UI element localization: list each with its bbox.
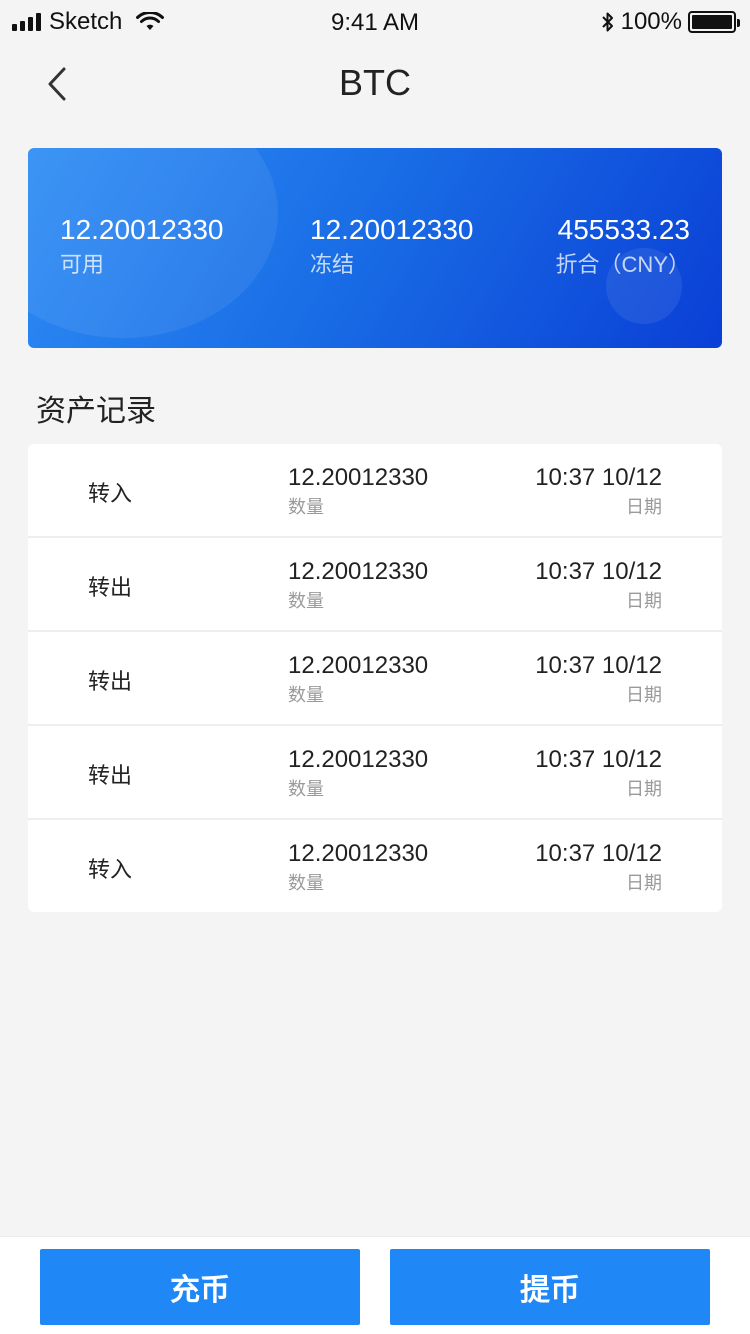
- list-item[interactable]: 转入 12.20012330 数量 10:37 10/12 日期: [28, 820, 722, 912]
- converted-value: 455533.23: [557, 214, 690, 245]
- section-title: 资产记录: [36, 395, 156, 428]
- record-type: 转出: [88, 763, 133, 788]
- amount-value: 12.20012330: [288, 558, 429, 585]
- carrier-label: Sketch: [49, 8, 123, 35]
- available-label: 可用: [60, 252, 105, 277]
- list-item[interactable]: 转出 12.20012330 数量 10:37 10/12 日期: [28, 538, 722, 632]
- record-type: 转出: [88, 575, 133, 600]
- status-bar: Sketch 9:41 AM 100%: [0, 0, 750, 44]
- converted-balance: 455533.23 折合（CNY）: [556, 214, 690, 280]
- balance-card: 12.20012330 可用 12.20012330 冻结 455533.23 …: [28, 148, 722, 348]
- record-type: 转入: [88, 481, 133, 506]
- amount-value: 12.20012330: [288, 464, 429, 491]
- date-label: 日期: [626, 685, 662, 705]
- record-date: 10:37 10/12 日期: [535, 746, 662, 802]
- status-left: Sketch: [12, 8, 165, 36]
- date-value: 10:37 10/12: [535, 840, 662, 867]
- withdraw-button[interactable]: 提币: [390, 1249, 710, 1325]
- date-label: 日期: [626, 873, 662, 893]
- deposit-button[interactable]: 充币: [40, 1249, 360, 1325]
- signal-icon: [12, 13, 41, 31]
- list-item[interactable]: 转入 12.20012330 数量 10:37 10/12 日期: [28, 444, 722, 538]
- nav-bar: BTC: [0, 44, 750, 124]
- list-item[interactable]: 转出 12.20012330 数量 10:37 10/12 日期: [28, 726, 722, 820]
- amount-value: 12.20012330: [288, 652, 429, 679]
- record-type: 转入: [88, 857, 133, 882]
- status-right: 100%: [601, 8, 740, 36]
- available-value: 12.20012330: [60, 214, 224, 245]
- page-title: BTC: [339, 62, 411, 103]
- bluetooth-icon: [601, 12, 613, 32]
- date-value: 10:37 10/12: [535, 464, 662, 491]
- list-item[interactable]: 转出 12.20012330 数量 10:37 10/12 日期: [28, 632, 722, 726]
- amount-label: 数量: [288, 685, 324, 705]
- record-amount: 12.20012330 数量: [288, 652, 428, 708]
- bottom-action-bar: 充币 提币: [0, 1236, 750, 1334]
- record-amount: 12.20012330 数量: [288, 840, 428, 896]
- battery-percent: 100%: [620, 8, 682, 35]
- date-label: 日期: [626, 591, 662, 611]
- record-date: 10:37 10/12 日期: [535, 464, 662, 520]
- record-amount: 12.20012330 数量: [288, 464, 428, 520]
- date-label: 日期: [626, 779, 662, 799]
- wifi-icon: [136, 12, 165, 30]
- amount-label: 数量: [288, 591, 324, 611]
- frozen-balance: 12.20012330 冻结: [310, 214, 474, 280]
- amount-value: 12.20012330: [288, 746, 429, 773]
- record-type: 转出: [88, 669, 133, 694]
- record-date: 10:37 10/12 日期: [535, 558, 662, 614]
- amount-value: 12.20012330: [288, 840, 429, 867]
- asset-records-list: 转入 12.20012330 数量 10:37 10/12 日期 转出 12.2…: [28, 444, 722, 912]
- amount-label: 数量: [288, 779, 324, 799]
- amount-label: 数量: [288, 497, 324, 517]
- available-balance: 12.20012330 可用: [60, 214, 224, 280]
- record-date: 10:37 10/12 日期: [535, 652, 662, 708]
- date-label: 日期: [626, 497, 662, 517]
- converted-label: 折合（CNY）: [555, 252, 690, 277]
- record-amount: 12.20012330 数量: [288, 746, 428, 802]
- frozen-value: 12.20012330: [310, 214, 474, 245]
- date-value: 10:37 10/12: [535, 558, 662, 585]
- date-value: 10:37 10/12: [535, 746, 662, 773]
- battery-icon: [688, 11, 740, 33]
- record-date: 10:37 10/12 日期: [535, 840, 662, 896]
- record-amount: 12.20012330 数量: [288, 558, 428, 614]
- date-value: 10:37 10/12: [535, 652, 662, 679]
- amount-label: 数量: [288, 873, 324, 893]
- frozen-label: 冻结: [310, 252, 355, 277]
